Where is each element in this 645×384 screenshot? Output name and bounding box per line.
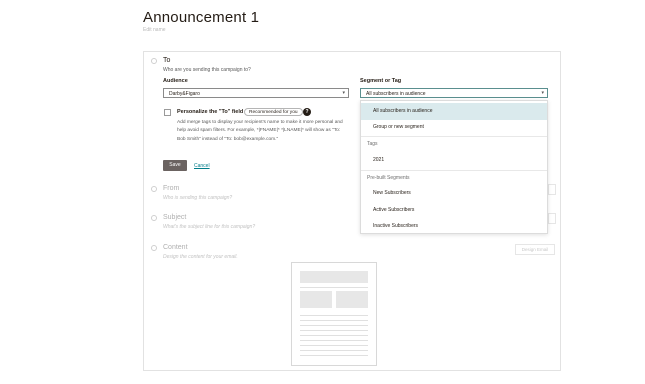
audience-select[interactable]: Darby&Figaro ▾	[163, 88, 349, 98]
personalize-desc-line: Add merge tags to display your recipient…	[177, 120, 343, 125]
to-section-subtitle: Who are you sending this campaign to?	[163, 67, 251, 73]
personalize-label: Personalize the "To" field	[177, 109, 244, 115]
personalize-desc-line: help avoid spam filters. For example, *|…	[177, 128, 341, 134]
subject-status-icon	[151, 215, 157, 221]
content-status-icon	[151, 245, 157, 251]
edit-name-link[interactable]: Edit name	[143, 27, 166, 33]
preview-line	[300, 330, 368, 331]
subject-section-subtitle: What's the subject line for this campaig…	[163, 224, 256, 230]
prebuilt-option-inactive-subscribers[interactable]: Inactive Subscribers	[361, 218, 547, 235]
from-section-title: From	[163, 185, 180, 192]
subject-section-title: Subject	[163, 214, 187, 221]
preview-line	[300, 287, 368, 288]
chevron-down-icon: ▾	[541, 90, 544, 96]
content-section-title: Content	[163, 244, 188, 251]
to-section-title: To	[163, 57, 171, 64]
segment-dropdown-menu: All subscribers in audience Group or new…	[360, 100, 548, 234]
personalize-description: Add merge tags to display your recipient…	[177, 119, 367, 144]
page-title: Announcement 1	[143, 9, 260, 26]
save-button[interactable]: Save	[163, 160, 187, 171]
prebuilt-segments-header: Pre-built Segments	[367, 175, 410, 181]
preview-line	[300, 345, 368, 346]
preview-image-block	[300, 291, 332, 308]
preview-line	[300, 325, 368, 326]
preview-line	[300, 340, 368, 341]
tags-header: Tags	[367, 141, 378, 147]
preview-image-block	[336, 291, 368, 308]
preview-header-block	[300, 271, 368, 283]
tag-option-2021[interactable]: 2021	[361, 152, 547, 169]
segment-option-group-or-new[interactable]: Group or new segment	[361, 119, 547, 136]
from-section-subtitle: Who is sending this campaign?	[163, 195, 233, 201]
audience-select-value: Darby&Figaro	[169, 91, 200, 97]
audience-label: Audience	[163, 78, 188, 84]
email-template-preview	[291, 262, 377, 366]
preview-line	[300, 335, 368, 336]
dropdown-divider	[361, 170, 547, 171]
subject-edit-button[interactable]	[548, 213, 556, 224]
personalize-desc-line: Bob Smith" instead of "To: bob@example.c…	[177, 136, 279, 142]
from-status-icon	[151, 186, 157, 192]
personalize-checkbox[interactable]	[164, 109, 171, 116]
chevron-down-icon: ▾	[342, 90, 345, 96]
prebuilt-option-active-subscribers[interactable]: Active Subscribers	[361, 202, 547, 219]
preview-line	[300, 355, 368, 356]
preview-line	[300, 320, 368, 321]
preview-line	[300, 350, 368, 351]
content-section-subtitle: Design the content for your email.	[163, 254, 238, 260]
from-edit-button[interactable]	[548, 184, 556, 195]
design-email-button[interactable]: Design Email	[515, 244, 555, 255]
prebuilt-option-new-subscribers[interactable]: New Subscribers	[361, 185, 547, 202]
to-status-icon	[151, 58, 157, 64]
dropdown-divider	[361, 136, 547, 137]
preview-line	[300, 315, 368, 316]
segment-select-value: All subscribers in audience	[366, 91, 426, 97]
help-icon[interactable]: ?	[303, 108, 311, 116]
segment-option-all-subscribers[interactable]: All subscribers in audience	[361, 103, 547, 120]
segment-label: Segment or Tag	[360, 78, 402, 84]
cancel-link[interactable]: Cancel	[194, 163, 210, 169]
segment-select[interactable]: All subscribers in audience ▾	[360, 88, 548, 98]
recommended-badge: Recommended for you	[244, 108, 303, 116]
